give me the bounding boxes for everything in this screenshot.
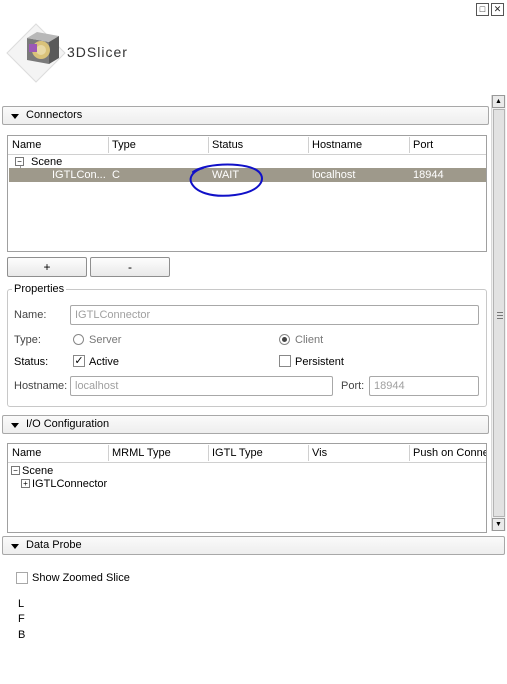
status-label: Status: [14, 356, 49, 368]
float-window-button[interactable]: □ [476, 3, 489, 16]
remove-connector-button[interactable]: - [90, 257, 170, 277]
scroll-down-icon[interactable]: ▼ [492, 518, 505, 531]
connectors-table-header: Name Type Status Hostname Port [8, 136, 486, 155]
client-radio[interactable] [279, 334, 290, 345]
server-radio-label: Server [89, 334, 122, 346]
slicer-logo [5, 22, 67, 84]
coord-f-label: F [18, 613, 25, 625]
show-zoomed-slice-checkbox[interactable] [16, 572, 28, 584]
collapse-arrow-icon [11, 114, 19, 119]
io-tree-item-igtlconnector[interactable]: IGTLConnector [32, 478, 107, 490]
column-header-vis[interactable]: Vis [312, 447, 408, 459]
port-label: Port: [341, 380, 365, 392]
io-table-header: Name MRML Type IGTL Type Vis Push on Con… [8, 444, 486, 463]
io-tree-root-scene: Scene [22, 465, 54, 477]
io-config-section-title: I/O Configuration [26, 418, 110, 430]
type-label: Type: [14, 334, 41, 346]
active-checkbox[interactable]: ✓ [73, 355, 85, 367]
column-header-name[interactable]: Name [12, 139, 106, 151]
expand-tree-icon[interactable]: + [21, 479, 30, 488]
close-window-icon: ✕ [493, 4, 502, 14]
collapse-arrow-icon [11, 544, 19, 549]
collapse-arrow-icon [11, 423, 19, 428]
row-name: IGTLCon... [52, 169, 106, 181]
column-header-type[interactable]: Type [112, 139, 206, 151]
io-config-tree[interactable]: Name MRML Type IGTL Type Vis Push on Con… [7, 443, 487, 533]
tree-root-scene: Scene [31, 156, 63, 168]
row-type: C [112, 169, 120, 181]
column-header-name[interactable]: Name [12, 447, 106, 459]
client-radio-label: Client [295, 334, 324, 346]
scroll-up-icon[interactable]: ▲ [492, 95, 505, 108]
column-header-status[interactable]: Status [212, 139, 308, 151]
coord-b-label: B [18, 629, 26, 641]
slicer-logo-icon [6, 23, 66, 83]
hostname-label: Hostname: [14, 380, 68, 392]
connectors-section-title: Connectors [26, 109, 83, 121]
app-name: 3DSlicer [67, 44, 128, 60]
data-probe-section-header[interactable]: Data Probe [2, 536, 505, 555]
properties-group-title: Properties [12, 283, 67, 295]
row-hostname: localhost [312, 169, 356, 181]
hostname-field[interactable]: localhost [70, 376, 333, 396]
collapse-tree-icon[interactable]: − [11, 466, 20, 475]
server-radio[interactable] [73, 334, 84, 345]
io-config-section-header[interactable]: I/O Configuration [2, 415, 489, 434]
name-label: Name: [14, 309, 47, 321]
port-field[interactable]: 18944 [369, 376, 479, 396]
close-window-button[interactable]: ✕ [491, 3, 504, 16]
column-header-mrml-type[interactable]: MRML Type [112, 447, 206, 459]
column-header-push-on-connect[interactable]: Push on Conne [413, 447, 486, 459]
show-zoomed-slice-label: Show Zoomed Slice [32, 572, 130, 584]
row-port: 18944 [413, 169, 444, 181]
collapse-tree-icon[interactable]: − [15, 157, 24, 166]
slicer-module-panel: { "window": { "float_icon": "float-windo… [0, 0, 507, 684]
add-connector-button[interactable]: + [7, 257, 87, 277]
column-header-hostname[interactable]: Hostname [312, 139, 408, 151]
column-header-port[interactable]: Port [413, 139, 483, 151]
annotation-circle [189, 163, 263, 197]
persistent-checkbox-label: Persistent [295, 356, 344, 368]
active-checkbox-label: Active [89, 356, 119, 368]
scrollbar-thumb[interactable] [493, 109, 505, 517]
data-probe-section-title: Data Probe [26, 539, 82, 551]
name-field[interactable]: IGTLConnector [70, 305, 479, 325]
float-window-icon: □ [479, 4, 486, 14]
coord-l-label: L [18, 598, 25, 610]
persistent-checkbox[interactable] [279, 355, 291, 367]
vertical-scrollbar[interactable]: ▲ ▼ [491, 95, 506, 531]
column-header-igtl-type[interactable]: IGTL Type [212, 447, 308, 459]
connectors-section-header[interactable]: Connectors [2, 106, 489, 125]
